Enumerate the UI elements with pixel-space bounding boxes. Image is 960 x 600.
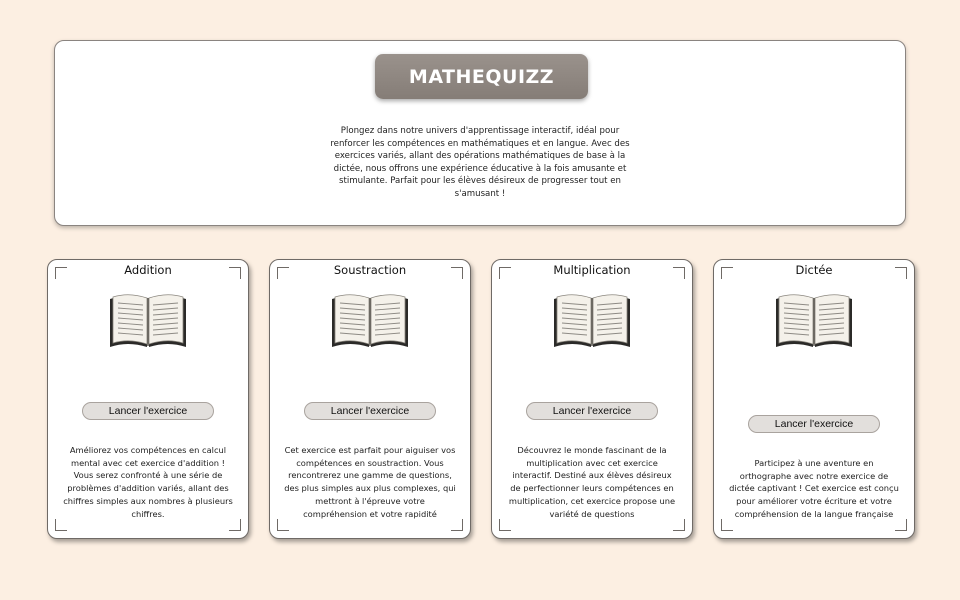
corner-decoration bbox=[229, 519, 241, 531]
corner-decoration bbox=[277, 519, 289, 531]
exercise-card-multiplication: Multiplication Lancer l'exercice Découvr… bbox=[491, 259, 693, 539]
launch-exercise-button[interactable]: Lancer l'exercice bbox=[526, 402, 658, 420]
card-title: Multiplication bbox=[553, 263, 631, 277]
exercise-card-soustraction: Soustraction Lancer l'exercice Cet exerc… bbox=[269, 259, 471, 539]
corner-decoration bbox=[895, 519, 907, 531]
header-panel: MATHEQUIZZ Plongez dans notre univers d'… bbox=[54, 40, 906, 226]
corner-decoration bbox=[499, 519, 511, 531]
open-book-icon bbox=[110, 294, 186, 347]
corner-decoration bbox=[451, 519, 463, 531]
intro-text: Plongez dans notre univers d'apprentissa… bbox=[330, 126, 630, 199]
corner-decoration bbox=[673, 519, 685, 531]
card-title: Addition bbox=[124, 263, 172, 277]
exercise-card-dictee: Dictée Lancer l'exercice Participez à un… bbox=[713, 259, 915, 539]
card-description: Découvrez le monde fascinant de la multi… bbox=[508, 445, 676, 519]
launch-exercise-button[interactable]: Lancer l'exercice bbox=[304, 402, 436, 420]
open-book-icon bbox=[332, 294, 408, 347]
card-description: Cet exercice est parfait pour aiguiser v… bbox=[284, 445, 456, 519]
app-title: MATHEQUIZZ bbox=[375, 54, 588, 99]
launch-exercise-button[interactable]: Lancer l'exercice bbox=[82, 402, 214, 420]
card-description: Améliorez vos compétences en calcul ment… bbox=[63, 445, 233, 519]
corner-decoration bbox=[721, 519, 733, 531]
exercise-card-addition: Addition Lancer l'exercice Améliorez vos… bbox=[47, 259, 249, 539]
corner-decoration bbox=[55, 519, 67, 531]
card-title: Dictée bbox=[795, 263, 833, 277]
open-book-icon bbox=[554, 294, 630, 347]
card-title: Soustraction bbox=[333, 263, 407, 277]
launch-exercise-button[interactable]: Lancer l'exercice bbox=[748, 415, 880, 433]
open-book-icon bbox=[776, 294, 852, 347]
card-description: Participez à une aventure en orthographe… bbox=[729, 458, 899, 519]
